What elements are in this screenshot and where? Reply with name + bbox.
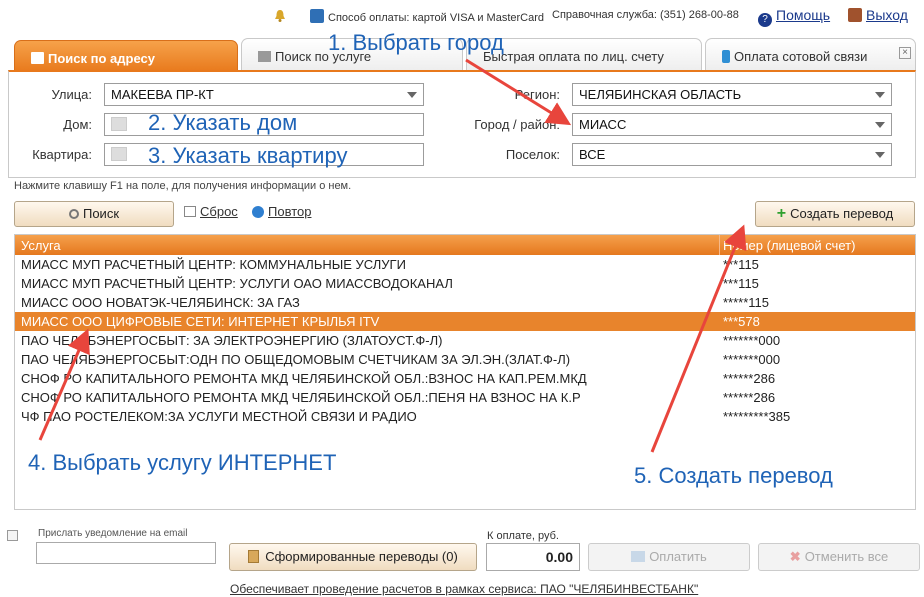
arrow-to-internet-row [38, 328, 90, 441]
arrow-to-city [465, 58, 572, 126]
arrow-to-create-button [650, 224, 747, 453]
annotation-arrows [38, 58, 747, 453]
